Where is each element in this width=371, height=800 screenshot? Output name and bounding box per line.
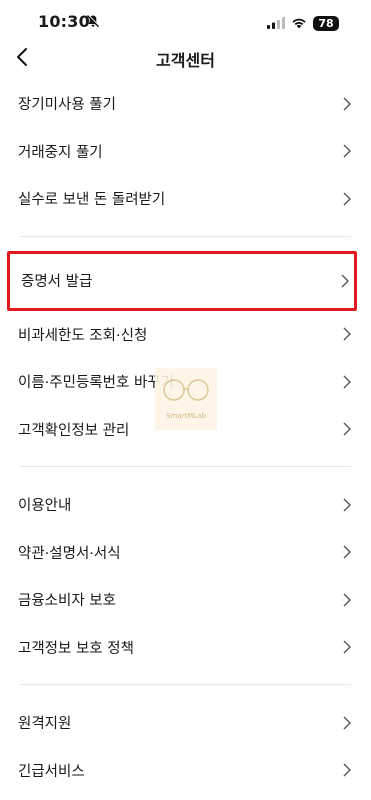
menu-item-label: 비과세한도 조회·신청 xyxy=(18,327,148,344)
bell-slash-icon xyxy=(86,13,100,32)
menu-item-label: 금융소비자 보호 xyxy=(18,593,116,610)
chevron-right-icon xyxy=(341,274,349,287)
menu-item-usage-guide[interactable]: 이용안내 xyxy=(0,481,371,529)
menu-item-privacy-policy[interactable]: 고객정보 보호 정책 xyxy=(0,624,371,672)
menu-item-terms-forms[interactable]: 약관·설명서·서식 xyxy=(0,529,371,577)
menu-item-emergency-service[interactable]: 긴급서비스 xyxy=(0,747,371,795)
chevron-right-icon xyxy=(343,716,351,730)
menu-item-mistaken-transfer[interactable]: 실수로 보낸 돈 돌려받기 xyxy=(0,175,371,223)
chevron-right-icon xyxy=(343,375,351,389)
chevron-right-icon xyxy=(343,144,351,158)
chevron-right-icon xyxy=(343,593,351,607)
battery-icon: 78 xyxy=(313,16,339,31)
page-title: 고객센터 xyxy=(156,51,215,70)
wifi-icon xyxy=(291,14,307,33)
menu-item-remote-support[interactable]: 원격지원 xyxy=(0,699,371,747)
glasses-icon xyxy=(163,379,209,401)
section-divider xyxy=(20,684,351,685)
chevron-right-icon xyxy=(343,763,351,777)
chevron-right-icon xyxy=(343,327,351,341)
status-time: 10:30 xyxy=(38,12,90,31)
menu-item-label: 고객정보 보호 정책 xyxy=(18,640,134,657)
menu-item-tax-exempt-limit[interactable]: 비과세한도 조회·신청 xyxy=(0,311,371,359)
chevron-right-icon xyxy=(343,545,351,559)
menu-item-label: 약관·설명서·서식 xyxy=(18,545,121,562)
menu-item-label: 실수로 보낸 돈 돌려받기 xyxy=(18,192,166,209)
menu-item-label: 긴급서비스 xyxy=(18,763,85,780)
chevron-right-icon xyxy=(343,192,351,206)
chevron-right-icon xyxy=(343,640,351,654)
menu-item-transaction-suspension[interactable]: 거래중지 풀기 xyxy=(0,128,371,176)
chevron-right-icon xyxy=(343,422,351,436)
menu-list: 장기미사용 풀기 거래중지 풀기 실수로 보낸 돈 돌려받기 증명서 발급 비과… xyxy=(0,80,371,794)
menu-item-long-term-unused[interactable]: 장기미사용 풀기 xyxy=(0,80,371,128)
section-divider xyxy=(20,235,351,237)
menu-item-label: 장기미사용 풀기 xyxy=(18,97,116,114)
menu-item-certificate-issuance[interactable]: 증명서 발급 xyxy=(7,250,357,311)
menu-item-label: 이용안내 xyxy=(18,498,72,515)
watermark-logo: SmartMLab xyxy=(155,368,217,430)
menu-item-label: 원격지원 xyxy=(18,716,72,733)
nav-bar: 고객센터 xyxy=(0,36,371,80)
menu-item-label: 증명서 발급 xyxy=(21,274,93,290)
section-divider xyxy=(20,466,351,467)
watermark-text: SmartMLab xyxy=(166,412,206,420)
chevron-right-icon xyxy=(343,97,351,111)
chevron-right-icon xyxy=(343,498,351,512)
menu-item-consumer-protection[interactable]: 금융소비자 보호 xyxy=(0,576,371,624)
signal-icon xyxy=(267,14,285,33)
menu-item-label: 거래중지 풀기 xyxy=(18,144,103,161)
